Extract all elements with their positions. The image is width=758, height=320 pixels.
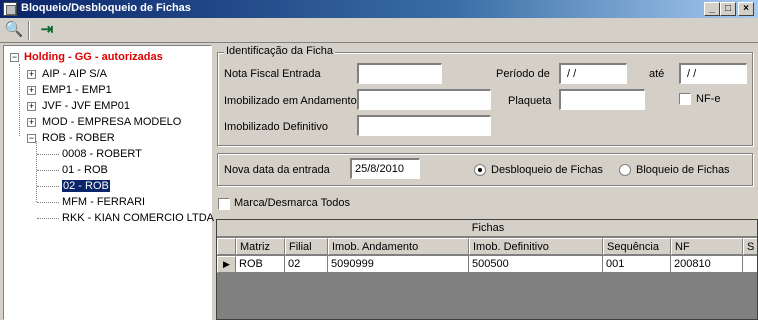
maximize-button[interactable]: □ (720, 2, 736, 16)
tree-branch (37, 186, 59, 187)
column-header[interactable]: Filial (285, 238, 328, 255)
plaqueta-label: Plaqueta (508, 95, 552, 107)
search-icon[interactable]: 🔍 (3, 20, 25, 41)
nfe-label: NF-e (696, 93, 721, 105)
toolbar-separator (28, 21, 30, 40)
tree-item-aip[interactable]: AIP - AIP S/A (42, 67, 107, 82)
marca-todos-label: Marca/Desmarca Todos (234, 197, 350, 209)
tree-item-mod[interactable]: MOD - EMPRESA MODELO (42, 115, 181, 130)
ate-label: até (649, 68, 665, 80)
tree-branch (37, 170, 59, 171)
expand-icon[interactable]: + (27, 86, 36, 95)
tree-item-02-label: 02 - ROB (62, 180, 110, 192)
expand-icon[interactable]: + (27, 118, 36, 127)
app-icon (3, 2, 17, 16)
tree-guide-line (36, 141, 37, 202)
periodo-ate-input[interactable] (679, 63, 747, 84)
tree-item-02[interactable]: 02 - ROB (62, 179, 110, 194)
cell-matriz[interactable]: ROB (236, 256, 285, 273)
nfe-checkbox[interactable] (679, 93, 691, 105)
nota-fiscal-label: Nota Fiscal Entrada (224, 68, 321, 80)
grid-header: Matriz Filial Imob. Andamento Imob. Defi… (217, 238, 757, 255)
fichas-grid[interactable]: Fichas Matriz Filial Imob. Andamento Imo… (216, 219, 758, 320)
tree-branch (37, 154, 59, 155)
column-header[interactable]: S (743, 238, 757, 255)
nota-fiscal-input[interactable] (357, 63, 442, 84)
column-header[interactable]: NF (671, 238, 743, 255)
ident-legend: Identificação da Ficha (224, 45, 336, 57)
bloqueio-label: Bloqueio de Fichas (636, 164, 730, 176)
tree-item-01[interactable]: 01 - ROB (62, 163, 108, 178)
plaqueta-input[interactable] (559, 89, 645, 110)
marca-todos-checkbox[interactable] (218, 198, 230, 210)
tree-branch (37, 202, 59, 203)
column-header[interactable]: Imob. Definitivo (469, 238, 603, 255)
tree-root-label: Holding - GG - autorizadas (24, 51, 163, 63)
expand-icon[interactable]: + (27, 70, 36, 79)
nova-data-input[interactable] (350, 158, 420, 179)
grid-caption: Fichas (217, 220, 757, 237)
nova-data-label: Nova data da entrada (224, 164, 330, 176)
cell-s[interactable] (743, 256, 757, 273)
close-button[interactable]: × (738, 2, 754, 16)
tree-item-rob[interactable]: ROB - ROBER (42, 131, 115, 146)
tree-item-0008[interactable]: 0008 - ROBERT (62, 147, 142, 162)
company-tree[interactable]: − Holding - GG - autorizadas + AIP - AIP… (3, 45, 214, 320)
tree-root[interactable]: Holding - GG - autorizadas (24, 50, 163, 65)
tree-item-emp1[interactable]: EMP1 - EMP1 (42, 83, 112, 98)
tree-item-mfm[interactable]: MFM - FERRARI (62, 195, 145, 210)
cell-nf[interactable]: 200810 (671, 256, 743, 273)
toolbar: 🔍 ⇥ (0, 18, 758, 43)
exit-icon[interactable]: ⇥ (35, 20, 59, 41)
header-indicator (217, 238, 236, 255)
minimize-button[interactable]: _ (704, 2, 720, 16)
title-bar: Bloqueio/Desbloqueio de Fichas _ □ × (0, 0, 758, 18)
periodo-label: Período de (496, 68, 550, 80)
window-title: Bloqueio/Desbloqueio de Fichas (21, 2, 191, 14)
cell-filial[interactable]: 02 (285, 256, 328, 273)
desbloqueio-radio[interactable] (474, 164, 486, 176)
row-indicator-icon: ▶ (217, 256, 236, 273)
tree-item-jvf[interactable]: JVF - JVF EMP01 (42, 99, 130, 114)
imob-definitivo-label: Imobilizado Definitivo (224, 121, 328, 133)
cell-sequencia[interactable]: 001 (603, 256, 671, 273)
periodo-de-input[interactable] (559, 63, 627, 84)
cell-imob-definitivo[interactable]: 500500 (469, 256, 603, 273)
tree-branch (37, 218, 59, 219)
imob-definitivo-input[interactable] (357, 115, 491, 136)
tree-item-rkk[interactable]: RKK - KIAN COMERCIO LTDA (62, 211, 214, 226)
cell-imob-andamento[interactable]: 5090999 (328, 256, 469, 273)
table-row[interactable]: ▶ ROB 02 5090999 500500 001 200810 (217, 256, 757, 273)
desbloqueio-label: Desbloqueio de Fichas (491, 164, 603, 176)
imob-andamento-label: Imobilizado em Andamento (224, 95, 357, 107)
bloqueio-radio[interactable] (619, 164, 631, 176)
collapse-icon[interactable]: − (27, 134, 36, 143)
column-header[interactable]: Imob. Andamento (328, 238, 469, 255)
collapse-icon[interactable]: − (10, 53, 19, 62)
tree-guide-line (19, 64, 20, 136)
imob-andamento-input[interactable] (357, 89, 491, 110)
column-header[interactable]: Matriz (236, 238, 285, 255)
column-header[interactable]: Sequência (603, 238, 671, 255)
expand-icon[interactable]: + (27, 102, 36, 111)
